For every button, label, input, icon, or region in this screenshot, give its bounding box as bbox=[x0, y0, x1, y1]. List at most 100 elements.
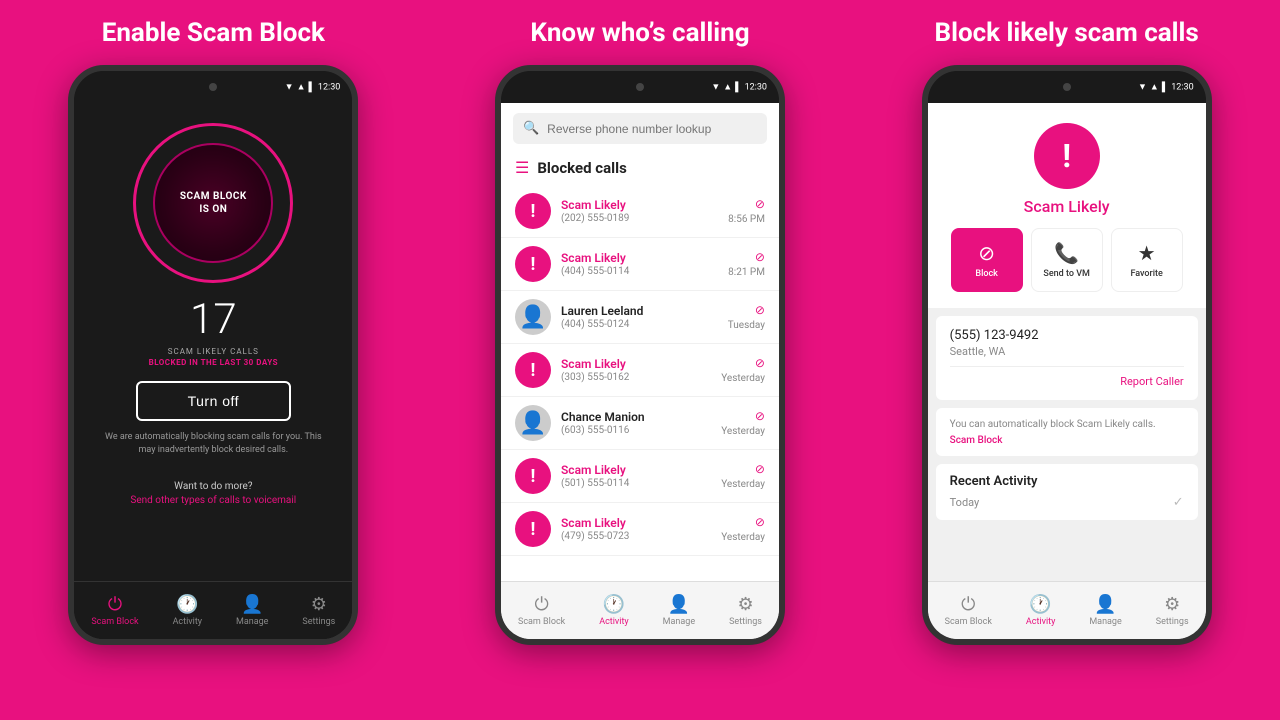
power-icon-3: ⏻ bbox=[961, 594, 975, 615]
gear-icon-3: ⚙ bbox=[1164, 594, 1180, 615]
nav-scam-block-2[interactable]: ⏻ Scam Block bbox=[518, 594, 565, 627]
blocked-icon: ⊘ bbox=[755, 515, 765, 529]
nav-scam-block-3[interactable]: ⏻ Scam Block bbox=[945, 594, 992, 627]
favorite-button[interactable]: ★ Favorite bbox=[1111, 228, 1183, 292]
phone-1-top: ▼ ▲ ▌ 12:30 bbox=[74, 71, 352, 103]
exclaim-icon: ! bbox=[531, 360, 536, 381]
battery-icon-2: ▌ bbox=[735, 82, 741, 93]
caller-number: (603) 555-0116 bbox=[561, 425, 711, 436]
auto-block-desc: You can automatically block Scam Likely … bbox=[950, 418, 1184, 432]
panel-2: Know who’s calling ▼ ▲ ▌ 12:30 🔍 ☰ Block… bbox=[450, 0, 830, 720]
circle-inner: SCAM BLOCK IS ON bbox=[153, 143, 273, 263]
nav-scam-block-1[interactable]: ⏻ Scam Block bbox=[91, 594, 138, 627]
nav-manage-2[interactable]: 👤 Manage bbox=[663, 594, 695, 627]
call-meta: ⊘ Tuesday bbox=[728, 303, 765, 331]
exclamation-icon: ! bbox=[1062, 137, 1071, 175]
info-card: (555) 123-9492 Seattle, WA Report Caller bbox=[936, 316, 1198, 400]
phone-2-screen: 🔍 ☰ Blocked calls ! Scam Likely (202) 55… bbox=[501, 103, 779, 639]
call-meta: ⊘ Yesterday bbox=[721, 356, 765, 384]
scam-block-link[interactable]: Scam Block bbox=[950, 435, 1184, 446]
section-header: ☰ Blocked calls bbox=[501, 154, 779, 185]
call-time: Yesterday bbox=[721, 373, 765, 384]
call-info: Lauren Leeland (404) 555-0124 bbox=[561, 304, 718, 330]
wifi-icon: ▲ bbox=[297, 82, 306, 93]
call-time: Yesterday bbox=[721, 532, 765, 543]
nav-settings-3[interactable]: ⚙ Settings bbox=[1156, 594, 1189, 627]
caller-name: Scam Likely bbox=[561, 198, 718, 212]
nav-activity-2[interactable]: 🕐 Activity bbox=[599, 594, 628, 627]
call-info: Scam Likely (501) 555-0114 bbox=[561, 463, 711, 489]
want-more-label: Want to do more? bbox=[174, 481, 252, 492]
scam-detail-screen: ! Scam Likely ⊘ Block 📞 Send to VM bbox=[928, 103, 1206, 581]
call-info: Scam Likely (303) 555-0162 bbox=[561, 357, 711, 383]
call-time: Tuesday bbox=[728, 320, 765, 331]
vm-icon: 📞 bbox=[1054, 241, 1079, 265]
call-item[interactable]: 👤 Lauren Leeland (404) 555-0124 ⊘ Tuesda… bbox=[501, 291, 779, 344]
call-item[interactable]: ! Scam Likely (404) 555-0114 ⊘ 8:21 PM bbox=[501, 238, 779, 291]
signal-icon: ▼ bbox=[285, 82, 294, 93]
phone-number: (555) 123-9492 bbox=[950, 328, 1184, 343]
search-bar[interactable]: 🔍 bbox=[513, 113, 767, 144]
nav-label-manage-1: Manage bbox=[236, 617, 268, 627]
nav-label-activity-2: Activity bbox=[599, 617, 628, 627]
nav-label-scam-3: Scam Block bbox=[945, 617, 992, 627]
nav-activity-3[interactable]: 🕐 Activity bbox=[1026, 594, 1055, 627]
camera-dot-2 bbox=[636, 83, 644, 91]
nav-label-activity-1: Activity bbox=[173, 617, 202, 627]
search-input[interactable] bbox=[547, 122, 757, 136]
recent-activity-title: Recent Activity bbox=[950, 474, 1184, 489]
nav-label-settings-3: Settings bbox=[1156, 617, 1189, 627]
exclaim-icon: ! bbox=[531, 519, 536, 540]
clock-icon-3: 🕐 bbox=[1029, 594, 1051, 615]
status-bar-2: ▼ ▲ ▌ 12:30 bbox=[711, 82, 767, 93]
clock-icon: 🕐 bbox=[176, 594, 198, 615]
scam-detail-top: ! Scam Likely ⊘ Block 📞 Send to VM bbox=[928, 103, 1206, 308]
call-item[interactable]: 👤 Chance Manion (603) 555-0116 ⊘ Yesterd… bbox=[501, 397, 779, 450]
report-caller-link[interactable]: Report Caller bbox=[950, 375, 1184, 388]
circle-outer: SCAM BLOCK IS ON bbox=[133, 123, 293, 283]
want-more-link[interactable]: Send other types of calls to voicemail bbox=[130, 495, 296, 506]
call-info: Chance Manion (603) 555-0116 bbox=[561, 410, 711, 436]
call-meta: ⊘ 8:56 PM bbox=[728, 197, 765, 225]
call-meta: ⊘ 8:21 PM bbox=[728, 250, 765, 278]
divider bbox=[950, 366, 1184, 367]
camera-dot-3 bbox=[1063, 83, 1071, 91]
action-buttons: ⊘ Block 📞 Send to VM ★ Favorite bbox=[951, 228, 1183, 292]
call-item[interactable]: ! Scam Likely (303) 555-0162 ⊘ Yesterday bbox=[501, 344, 779, 397]
want-more-section: Want to do more? Send other types of cal… bbox=[130, 474, 296, 506]
time-display-2: 12:30 bbox=[745, 82, 767, 92]
bottom-nav-2: ⏻ Scam Block 🕐 Activity 👤 Manage ⚙ Setti… bbox=[501, 581, 779, 639]
blocked-count: 17 bbox=[190, 299, 237, 341]
nav-settings-1[interactable]: ⚙ Settings bbox=[302, 594, 335, 627]
nav-manage-3[interactable]: 👤 Manage bbox=[1089, 594, 1121, 627]
nav-label-manage-2: Manage bbox=[663, 617, 695, 627]
time-display-3: 12:30 bbox=[1171, 82, 1193, 92]
scam-avatar: ! bbox=[515, 193, 551, 229]
location: Seattle, WA bbox=[950, 345, 1184, 358]
phone-1: ▼ ▲ ▌ 12:30 SCAM BLOCK IS ON 17 SCAM LIK… bbox=[68, 65, 358, 645]
nav-settings-2[interactable]: ⚙ Settings bbox=[729, 594, 762, 627]
person-avatar: 👤 bbox=[515, 405, 551, 441]
call-item[interactable]: ! Scam Likely (501) 555-0114 ⊘ Yesterday bbox=[501, 450, 779, 503]
scam-circle: SCAM BLOCK IS ON bbox=[133, 123, 293, 283]
status-bar-1: ▼ ▲ ▌ 12:30 bbox=[285, 82, 341, 93]
signal-icon-2: ▼ bbox=[711, 82, 720, 93]
nav-label-manage-3: Manage bbox=[1089, 617, 1121, 627]
call-item[interactable]: ! Scam Likely (202) 555-0189 ⊘ 8:56 PM bbox=[501, 185, 779, 238]
call-info: Scam Likely (479) 555-0723 bbox=[561, 516, 711, 542]
scam-icon-circle: ! bbox=[1034, 123, 1100, 189]
send-to-vm-button[interactable]: 📞 Send to VM bbox=[1031, 228, 1103, 292]
turn-off-button[interactable]: Turn off bbox=[136, 381, 291, 421]
scam-block-text2: IS ON bbox=[199, 203, 227, 216]
filter-icon: ☰ bbox=[515, 158, 529, 177]
gear-icon-2: ⚙ bbox=[737, 594, 753, 615]
time-display: 12:30 bbox=[318, 82, 340, 92]
contact-icon: 👤 bbox=[519, 305, 546, 330]
block-button[interactable]: ⊘ Block bbox=[951, 228, 1023, 292]
blocked-icon: ⊘ bbox=[755, 197, 765, 211]
call-item[interactable]: ! Scam Likely (479) 555-0723 ⊘ Yesterday bbox=[501, 503, 779, 556]
nav-activity-1[interactable]: 🕐 Activity bbox=[173, 594, 202, 627]
exclaim-icon: ! bbox=[531, 466, 536, 487]
nav-manage-1[interactable]: 👤 Manage bbox=[236, 594, 268, 627]
battery-icon-3: ▌ bbox=[1162, 82, 1168, 93]
